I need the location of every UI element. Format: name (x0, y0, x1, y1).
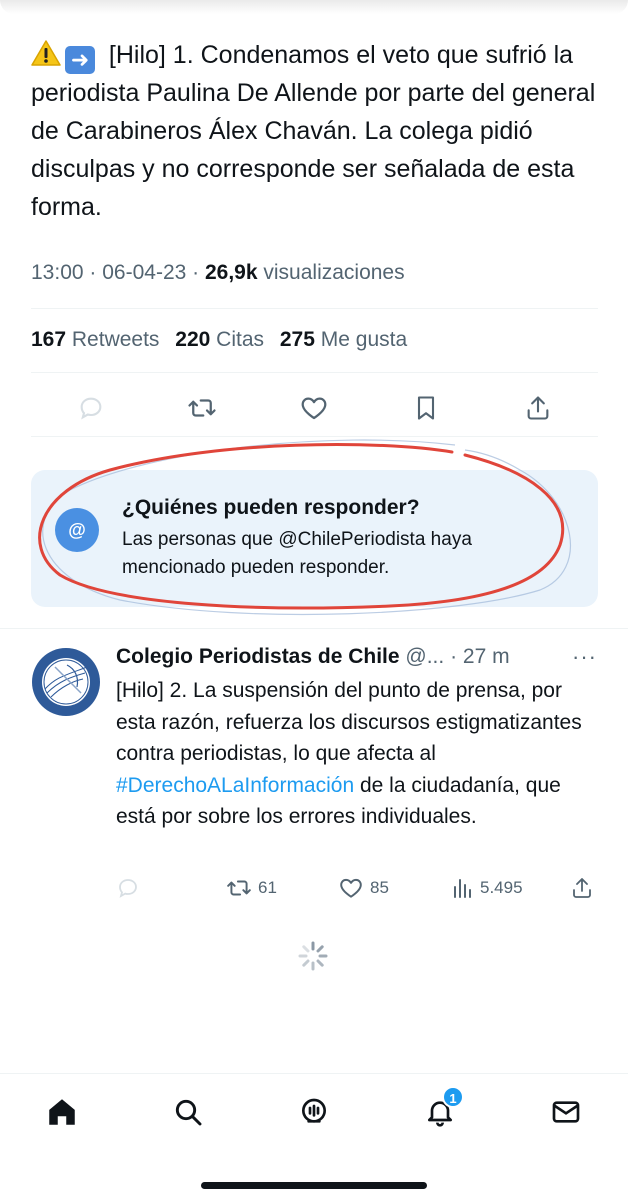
nav-home[interactable] (44, 1094, 80, 1130)
at-icon: @ (55, 508, 99, 552)
views-count: 26,9k (204, 261, 258, 284)
reply-tweet-actions: 61 85 5.495 (116, 873, 606, 903)
views-button[interactable]: 5.495 (450, 873, 523, 903)
nav-search[interactable] (170, 1094, 206, 1130)
warning-icon (31, 40, 61, 66)
like-count: 85 (370, 878, 389, 897)
tweet-text-body: [Hilo] 1. Condenamos el veto que sufrió … (31, 41, 596, 221)
tweet-meta: 13:00 · 06-04-23 · 26,9k visualizaciones (31, 261, 405, 284)
retweet-icon (227, 880, 251, 896)
tweet-text: ➜ [Hilo] 1. Condenamos el veto que sufri… (31, 36, 606, 226)
tweet-date: 06-04-23 (102, 261, 187, 284)
views-count: 5.495 (480, 878, 523, 897)
reply-tweet-header: Colegio Periodistas de Chile @... · 27 m… (116, 642, 606, 672)
reply-button[interactable] (76, 393, 106, 423)
share-button[interactable] (570, 873, 594, 903)
home-indicator (201, 1182, 427, 1189)
retweet-button[interactable]: 61 (226, 873, 277, 903)
search-icon (175, 1099, 202, 1126)
reply-restriction-title: ¿Quiénes pueden responder? (122, 496, 420, 519)
tweet-actions (31, 385, 598, 431)
author-handle[interactable]: @... (405, 645, 444, 668)
tweet-stats: 167 Retweets 220 Citas 275 Me gusta (31, 325, 417, 355)
views-chart-icon (454, 879, 471, 898)
hashtag-link[interactable]: #DerechoALaInformación (116, 774, 354, 797)
reply-icon (119, 879, 137, 898)
share-button[interactable] (523, 393, 553, 423)
nav-notifications[interactable]: 1 (422, 1086, 464, 1130)
share-icon (573, 878, 591, 898)
share-icon (527, 396, 549, 420)
reply-button[interactable] (116, 873, 140, 903)
retweet-button[interactable] (187, 393, 217, 423)
mail-icon (552, 1101, 580, 1123)
more-options-icon[interactable]: ··· (572, 642, 597, 672)
tweet-age: 27 m (462, 645, 510, 668)
bookmark-icon (417, 396, 435, 420)
retweets-stat[interactable]: 167 Retweets (31, 328, 159, 351)
bottom-nav: 1 (0, 1073, 628, 1200)
quotes-stat[interactable]: 220 Citas (175, 328, 264, 351)
loading-spinner-icon (298, 941, 328, 971)
reply-icon (80, 397, 102, 420)
like-button[interactable]: 85 (338, 873, 389, 903)
reply-restriction-description: Las personas que @ChilePeriodista haya m… (122, 529, 472, 578)
likes-stat[interactable]: 275 Me gusta (280, 328, 407, 351)
heart-icon (340, 878, 362, 898)
spaces-icon (302, 1098, 326, 1123)
views-label: visualizaciones (263, 261, 405, 284)
reply-restriction-box: @ ¿Quiénes pueden responder? Las persona… (31, 470, 598, 607)
tweet-detail-screen: ➜ [Hilo] 1. Condenamos el veto que sufri… (0, 0, 628, 1200)
avatar[interactable] (31, 647, 101, 717)
tweet-time: 13:00 (31, 261, 84, 284)
like-button[interactable] (299, 393, 329, 423)
heart-icon (301, 397, 327, 420)
divider (31, 372, 598, 373)
nav-messages[interactable] (548, 1094, 584, 1130)
home-icon (49, 1099, 75, 1125)
right-arrow-icon: ➜ (65, 46, 95, 74)
nav-spaces[interactable] (296, 1094, 332, 1130)
bookmark-button[interactable] (411, 393, 441, 423)
top-header-fade (0, 0, 628, 14)
retweet-count: 61 (258, 878, 277, 897)
author-name[interactable]: Colegio Periodistas de Chile (116, 645, 400, 668)
reply-tweet-text: [Hilo] 2. La suspensión del punto de pre… (116, 679, 582, 828)
divider (31, 436, 598, 437)
divider (31, 308, 598, 309)
divider (0, 628, 628, 629)
notification-badge: 1 (442, 1086, 464, 1108)
retweet-icon (188, 399, 216, 417)
